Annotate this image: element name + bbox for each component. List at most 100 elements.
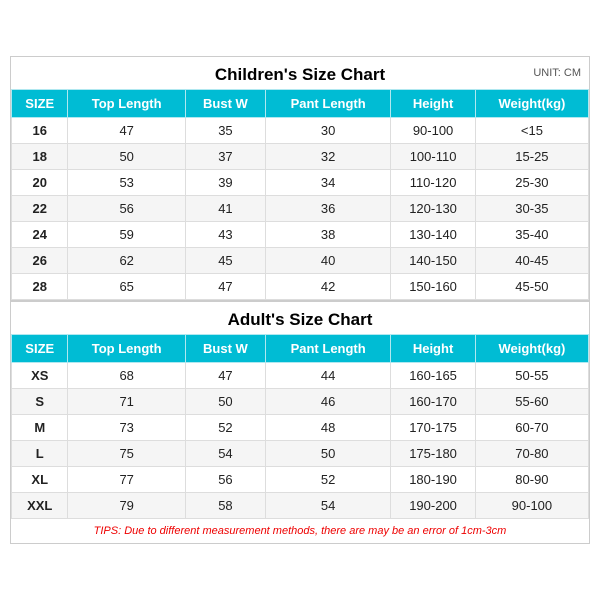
table-row: 24594338130-14035-40 <box>12 222 589 248</box>
table-cell: 40-45 <box>475 248 588 274</box>
table-cell: 55-60 <box>475 389 588 415</box>
table-cell: 160-165 <box>391 363 476 389</box>
table-cell: 90-100 <box>475 493 588 519</box>
table-cell: 37 <box>185 144 265 170</box>
col-size: SIZE <box>12 90 68 118</box>
col-size: SIZE <box>12 335 68 363</box>
table-cell: 90-100 <box>391 118 476 144</box>
children-title: Children's Size Chart <box>215 65 385 84</box>
table-cell: 35 <box>185 118 265 144</box>
table-cell: 28 <box>12 274 68 300</box>
table-cell: 70-80 <box>475 441 588 467</box>
children-table: SIZE Top Length Bust W Pant Length Heigh… <box>11 89 589 300</box>
col-weight: Weight(kg) <box>475 90 588 118</box>
table-row: XL775652180-19080-90 <box>12 467 589 493</box>
table-cell: 54 <box>185 441 265 467</box>
table-cell: 60-70 <box>475 415 588 441</box>
table-cell: 80-90 <box>475 467 588 493</box>
table-cell: 30 <box>266 118 391 144</box>
table-cell: 79 <box>68 493 185 519</box>
table-cell: 36 <box>266 196 391 222</box>
table-cell: 24 <box>12 222 68 248</box>
table-cell: 65 <box>68 274 185 300</box>
children-section-header: Children's Size Chart UNIT: CM <box>11 57 589 89</box>
table-cell: 50 <box>68 144 185 170</box>
table-cell: 75 <box>68 441 185 467</box>
table-cell: 150-160 <box>391 274 476 300</box>
children-thead: SIZE Top Length Bust W Pant Length Heigh… <box>12 90 589 118</box>
table-cell: 62 <box>68 248 185 274</box>
adult-title: Adult's Size Chart <box>228 310 373 329</box>
table-cell: 30-35 <box>475 196 588 222</box>
col-bust-w: Bust W <box>185 90 265 118</box>
table-cell: 35-40 <box>475 222 588 248</box>
table-row: M735248170-17560-70 <box>12 415 589 441</box>
table-cell: <15 <box>475 118 588 144</box>
table-cell: 18 <box>12 144 68 170</box>
table-cell: 175-180 <box>391 441 476 467</box>
table-row: 18503732100-11015-25 <box>12 144 589 170</box>
table-cell: 38 <box>266 222 391 248</box>
col-top-length: Top Length <box>68 90 185 118</box>
table-cell: 53 <box>68 170 185 196</box>
table-cell: XL <box>12 467 68 493</box>
table-cell: 47 <box>185 363 265 389</box>
col-top-length: Top Length <box>68 335 185 363</box>
table-cell: 52 <box>266 467 391 493</box>
table-cell: 100-110 <box>391 144 476 170</box>
children-tbody: 1647353090-100<1518503732100-11015-25205… <box>12 118 589 300</box>
table-cell: 41 <box>185 196 265 222</box>
table-cell: 39 <box>185 170 265 196</box>
table-cell: 120-130 <box>391 196 476 222</box>
table-row: 28654742150-16045-50 <box>12 274 589 300</box>
table-cell: L <box>12 441 68 467</box>
table-cell: 180-190 <box>391 467 476 493</box>
table-cell: 20 <box>12 170 68 196</box>
adult-section-header: Adult's Size Chart <box>11 300 589 334</box>
table-cell: 190-200 <box>391 493 476 519</box>
table-cell: 43 <box>185 222 265 248</box>
table-cell: 47 <box>185 274 265 300</box>
table-cell: M <box>12 415 68 441</box>
table-row: XS684744160-16550-55 <box>12 363 589 389</box>
table-cell: 73 <box>68 415 185 441</box>
table-cell: 44 <box>266 363 391 389</box>
table-cell: 170-175 <box>391 415 476 441</box>
table-cell: 32 <box>266 144 391 170</box>
table-cell: 42 <box>266 274 391 300</box>
table-cell: 50 <box>185 389 265 415</box>
table-cell: 46 <box>266 389 391 415</box>
table-cell: 71 <box>68 389 185 415</box>
table-cell: 50-55 <box>475 363 588 389</box>
table-cell: XXL <box>12 493 68 519</box>
table-cell: 77 <box>68 467 185 493</box>
adult-thead: SIZE Top Length Bust W Pant Length Heigh… <box>12 335 589 363</box>
table-cell: 68 <box>68 363 185 389</box>
table-cell: 15-25 <box>475 144 588 170</box>
table-cell: S <box>12 389 68 415</box>
table-cell: 47 <box>68 118 185 144</box>
table-row: S715046160-17055-60 <box>12 389 589 415</box>
table-cell: 40 <box>266 248 391 274</box>
adult-header-row: SIZE Top Length Bust W Pant Length Heigh… <box>12 335 589 363</box>
col-height: Height <box>391 335 476 363</box>
col-bust-w: Bust W <box>185 335 265 363</box>
table-cell: 56 <box>68 196 185 222</box>
table-cell: XS <box>12 363 68 389</box>
table-cell: 22 <box>12 196 68 222</box>
table-row: XXL795854190-20090-100 <box>12 493 589 519</box>
table-cell: 45-50 <box>475 274 588 300</box>
table-cell: 130-140 <box>391 222 476 248</box>
col-height: Height <box>391 90 476 118</box>
col-weight: Weight(kg) <box>475 335 588 363</box>
table-cell: 26 <box>12 248 68 274</box>
table-cell: 16 <box>12 118 68 144</box>
table-cell: 59 <box>68 222 185 248</box>
table-cell: 48 <box>266 415 391 441</box>
table-row: L755450175-18070-80 <box>12 441 589 467</box>
table-row: 20533934110-12025-30 <box>12 170 589 196</box>
table-cell: 25-30 <box>475 170 588 196</box>
chart-container: Children's Size Chart UNIT: CM SIZE Top … <box>10 56 590 544</box>
table-row: 22564136120-13030-35 <box>12 196 589 222</box>
adult-table: SIZE Top Length Bust W Pant Length Heigh… <box>11 334 589 519</box>
